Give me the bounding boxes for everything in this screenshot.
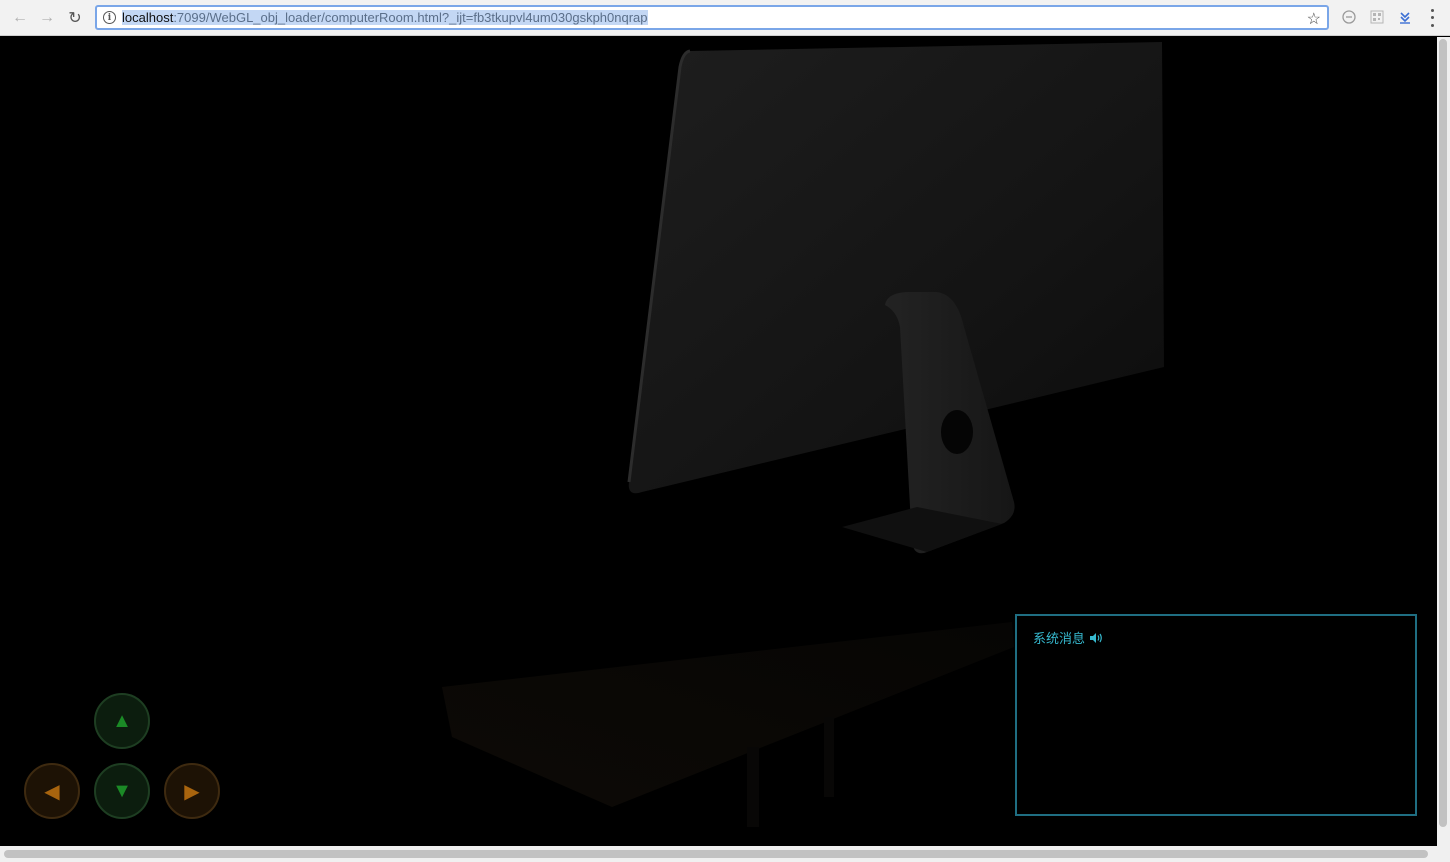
browser-toolbar: ← → ↻ i localhost:7099/WebGL_obj_loader/… xyxy=(0,0,1450,36)
system-message-header: 系统消息 xyxy=(1033,628,1103,647)
webgl-canvas[interactable]: ▲ ◀ ▼ ▶ 系统消息 xyxy=(2,37,1435,846)
turn-left-button[interactable]: ◀ xyxy=(24,763,80,819)
reload-button[interactable]: ↻ xyxy=(65,8,85,28)
vertical-scroll-thumb[interactable] xyxy=(1439,39,1447,827)
back-arrow-icon: ← xyxy=(12,9,28,26)
forward-button[interactable]: → xyxy=(37,8,57,28)
reload-icon: ↻ xyxy=(68,10,82,27)
extension-minus-icon[interactable] xyxy=(1341,9,1357,25)
speaker-icon[interactable] xyxy=(1089,632,1103,644)
url-path: :7099/WebGL_obj_loader/computerRoom.html… xyxy=(173,10,648,25)
desk-shape xyxy=(442,622,1014,827)
url-text[interactable]: localhost:7099/WebGL_obj_loader/computer… xyxy=(122,10,648,25)
down-arrow-icon: ▼ xyxy=(112,779,132,802)
horizontal-scroll-thumb[interactable] xyxy=(4,850,1428,858)
system-message-title: 系统消息 xyxy=(1033,631,1086,646)
right-arrow-icon: ▶ xyxy=(184,780,200,803)
move-forward-button[interactable]: ▲ xyxy=(94,693,150,749)
turn-right-button[interactable]: ▶ xyxy=(164,763,220,819)
up-arrow-icon: ▲ xyxy=(112,709,132,732)
move-backward-button[interactable]: ▼ xyxy=(94,763,150,819)
horizontal-scrollbar[interactable] xyxy=(0,846,1450,862)
back-button[interactable]: ← xyxy=(10,8,30,28)
address-bar[interactable]: i localhost:7099/WebGL_obj_loader/comput… xyxy=(95,5,1329,30)
left-arrow-icon: ◀ xyxy=(44,780,60,803)
vertical-scrollbar[interactable] xyxy=(1437,37,1450,846)
browser-menu-icon[interactable] xyxy=(1427,7,1437,29)
extension-qr-icon[interactable] xyxy=(1369,9,1385,25)
extension-download-icon[interactable] xyxy=(1397,9,1413,25)
system-message-panel: 系统消息 xyxy=(1015,614,1417,816)
forward-arrow-icon: → xyxy=(39,9,55,26)
url-host: localhost xyxy=(122,10,174,25)
info-icon[interactable]: i xyxy=(103,11,116,24)
monitor-shape xyxy=(627,42,1164,494)
bookmark-star-icon[interactable]: ☆ xyxy=(1307,9,1321,29)
